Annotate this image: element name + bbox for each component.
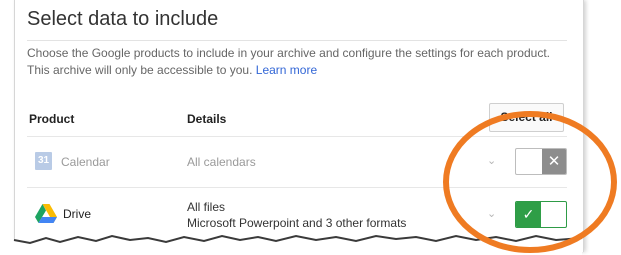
select-data-panel: Select data to include Choose the Google…: [14, 0, 584, 252]
header-divider: [27, 136, 567, 137]
column-header-details: Details: [187, 112, 227, 126]
details-drive-files: All files: [187, 200, 226, 214]
torn-edge: [0, 234, 583, 255]
chevron-down-icon[interactable]: ⌄: [487, 207, 496, 220]
details-calendar: All calendars: [187, 155, 256, 169]
calendar-include-toggle[interactable]: ✕: [515, 148, 567, 175]
select-all-button[interactable]: Select all: [489, 103, 564, 132]
checkmark-icon: ✓: [516, 202, 541, 227]
learn-more-link[interactable]: Learn more: [256, 63, 317, 77]
calendar-icon: 31: [35, 152, 52, 170]
product-name-drive: Drive: [63, 207, 92, 221]
chevron-down-icon[interactable]: ⌄: [487, 154, 496, 167]
product-name-calendar: Calendar: [61, 155, 110, 169]
column-header-product: Product: [29, 112, 75, 126]
drive-include-toggle[interactable]: ✓: [515, 201, 567, 228]
row-divider: [27, 187, 567, 188]
google-drive-icon: [35, 204, 57, 223]
title-divider: [27, 40, 567, 41]
panel-title: Select data to include: [27, 8, 219, 30]
close-icon: ✕: [542, 149, 566, 174]
panel-description: Choose the Google products to include in…: [27, 45, 557, 79]
